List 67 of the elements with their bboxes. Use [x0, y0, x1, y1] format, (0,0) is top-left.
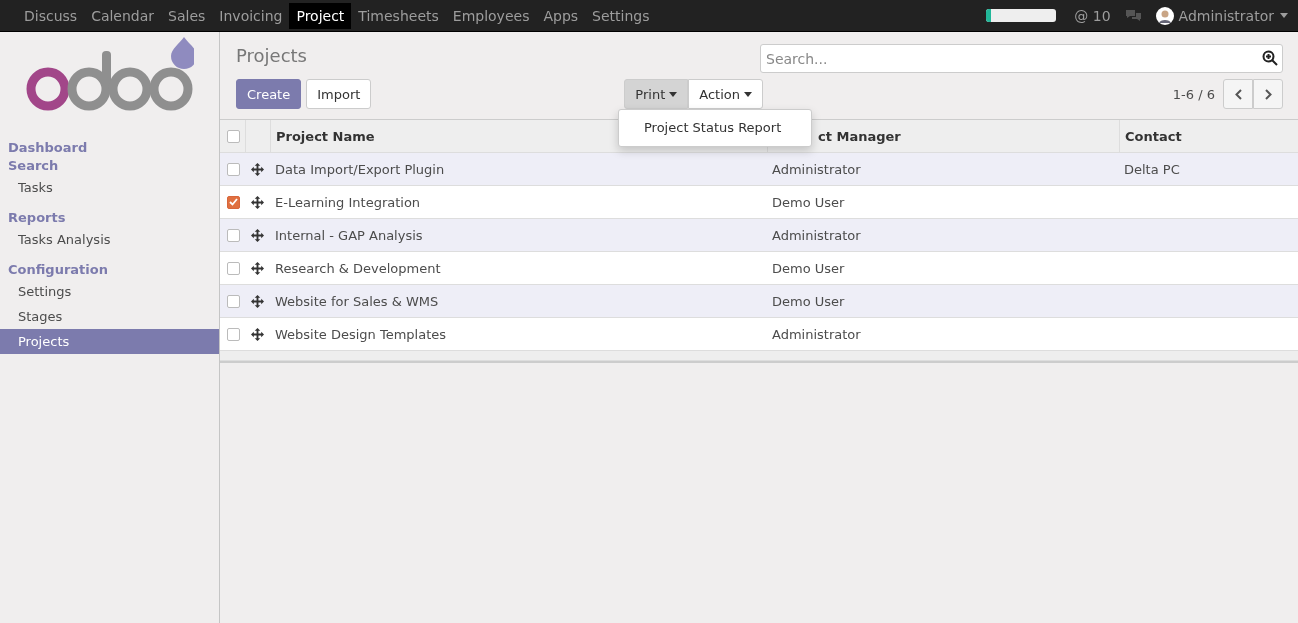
menu-item[interactable]: Project — [289, 2, 352, 29]
mentions-counter[interactable]: @ 10 — [1074, 7, 1111, 24]
menu-item[interactable]: Apps — [536, 2, 586, 29]
search-field[interactable]: Search... — [760, 44, 1283, 73]
previous-button[interactable] — [1223, 79, 1253, 109]
table-cell-text: Data Import/Export Plugin — [274, 161, 446, 177]
checkbox[interactable] — [227, 327, 240, 341]
sidebar-item[interactable]: Stages — [0, 304, 219, 329]
pager-count: 1-6 / 6 — [1172, 86, 1215, 102]
table-cell-text: Administrator — [771, 326, 862, 342]
drag-handle-icon[interactable] — [251, 162, 264, 176]
caret-icon — [1280, 13, 1288, 18]
action-button[interactable]: Action — [688, 79, 763, 109]
menu-item[interactable]: Timesheets — [351, 2, 446, 29]
table-cell-text: Administrator — [771, 227, 862, 243]
table-cell-text: Demo User — [771, 293, 846, 309]
menu-item[interactable]: Calendar — [84, 2, 162, 29]
breadcrumb: Projects — [236, 44, 308, 68]
create-button[interactable]: Create — [236, 79, 302, 109]
table-cell-text: Research & Development — [274, 260, 442, 276]
table-cell-text: E-Learning Integration — [274, 194, 422, 210]
checkbox[interactable] — [227, 162, 240, 176]
sidebar-item[interactable]: Settings — [0, 279, 219, 304]
sidebar-item[interactable]: Tasks Analysis — [0, 227, 219, 252]
menu-item[interactable]: Project Status Report — [619, 115, 811, 141]
next-button[interactable] — [1253, 79, 1283, 109]
sidebar-header[interactable]: Configuration — [0, 261, 219, 279]
table-cell-text: Delta PC — [1123, 161, 1181, 177]
checkbox[interactable] — [227, 195, 240, 209]
caret-icon — [669, 91, 678, 97]
drag-handle-icon[interactable] — [251, 228, 264, 242]
menu-item[interactable]: Invoicing — [212, 2, 290, 29]
checkbox[interactable] — [227, 228, 240, 242]
sidebar-item[interactable]: Projects — [0, 329, 219, 354]
sidebar-header[interactable]: Reports — [0, 209, 219, 227]
caret-icon — [744, 91, 752, 97]
table-cell-text: Demo User — [771, 194, 846, 210]
import-button[interactable]: Import — [306, 79, 372, 109]
menu-item[interactable]: Settings — [585, 2, 657, 29]
drag-handle-icon[interactable] — [251, 195, 264, 209]
drag-handle-icon[interactable] — [251, 294, 264, 308]
menu-item[interactable]: Discuss — [17, 2, 85, 29]
table-cell-text: Demo User — [771, 260, 846, 276]
menu-item[interactable]: Employees — [445, 2, 537, 29]
drag-handle-icon[interactable] — [251, 261, 264, 275]
menu-item[interactable]: Sales — [161, 2, 213, 29]
checkbox[interactable] — [227, 294, 240, 308]
progress-bar — [986, 9, 1057, 22]
table-cell-text: Internal - GAP Analysis — [274, 227, 424, 243]
sidebar-header[interactable]: Dashboard — [0, 139, 219, 157]
checkbox[interactable] — [227, 261, 240, 275]
checkbox[interactable] — [227, 129, 240, 143]
chevron-left-icon — [1234, 88, 1242, 100]
table-cell-text: Website for Sales & WMS — [274, 293, 440, 309]
table-cell-text: Website Design Templates — [274, 326, 448, 342]
user-menu[interactable]: Administrator — [1178, 7, 1274, 24]
avatar-icon[interactable] — [1155, 6, 1174, 25]
sidebar-item[interactable]: Tasks — [0, 175, 219, 200]
column-header[interactable]: Project Name — [276, 128, 375, 144]
search-icon[interactable] — [1262, 50, 1278, 66]
sidebar-header[interactable]: Search — [0, 157, 219, 175]
column-header[interactable]: ct Manager — [818, 128, 901, 144]
print-button[interactable]: Print — [624, 79, 689, 109]
table-cell-text: Administrator — [771, 161, 862, 177]
column-header[interactable]: Contact — [1125, 128, 1182, 144]
chevron-right-icon — [1264, 88, 1272, 100]
drag-handle-icon[interactable] — [251, 327, 264, 341]
